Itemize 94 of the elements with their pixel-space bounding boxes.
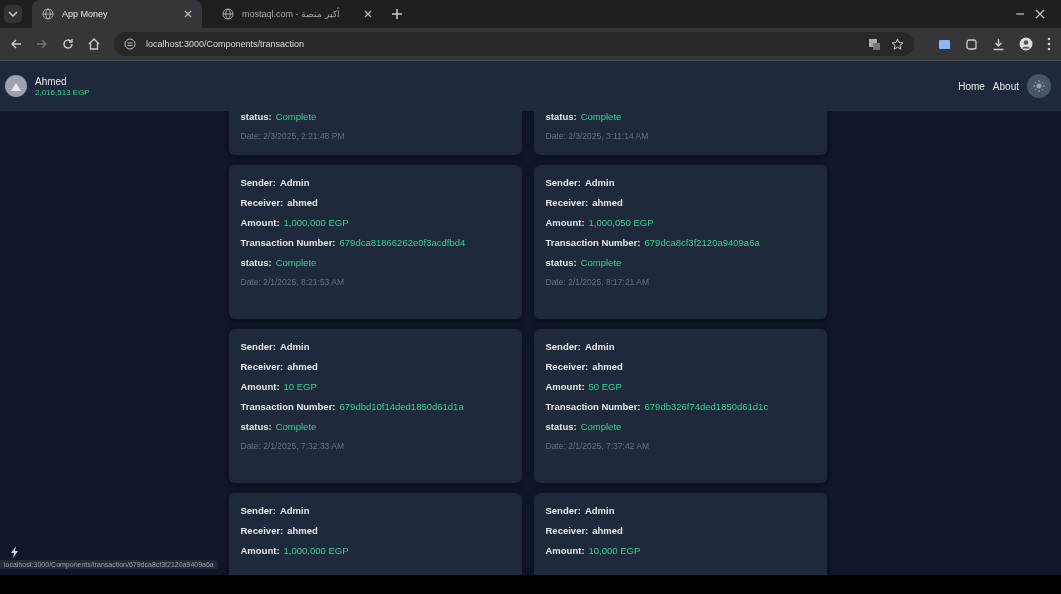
transaction-date: Date: 2/1/2025, 7:37:42 AM: [545, 441, 650, 451]
field-value: Admin: [584, 177, 615, 188]
field-label: Receiver:: [545, 361, 589, 372]
globe-icon: [42, 8, 54, 20]
balance: 2,016,513 EGP: [35, 87, 90, 97]
field-value: Complete: [275, 111, 317, 122]
field-value: ahmed: [287, 197, 318, 208]
field-label: Amount:: [240, 545, 280, 556]
browser-tab[interactable]: mostaql.com - أكبر منصة: [212, 0, 382, 28]
close-icon[interactable]: [364, 10, 372, 18]
field-label: status:: [240, 421, 272, 432]
theme-toggle-button[interactable]: [1027, 74, 1051, 98]
field-label: Amount:: [545, 381, 585, 392]
url-text: localhost:3000/Components/transaction: [146, 39, 305, 49]
tab-title: App Money: [62, 9, 109, 19]
field-value: ahmed: [592, 361, 623, 372]
field-value: 1,000,050 EGP: [588, 217, 654, 228]
transaction-date: Date: 2/3/2025, 3:11:14 AM: [545, 131, 650, 141]
field-value: 1,000,000 EGP: [283, 217, 349, 228]
field-value: 679db326f74ded1850d61d1c: [644, 401, 769, 412]
field-value: Complete: [580, 111, 622, 122]
field-label: Receiver:: [240, 197, 284, 208]
address-bar[interactable]: localhost:3000/Components/transaction: [114, 32, 914, 56]
field-value: 10,000 EGP: [588, 545, 641, 556]
field-label: Sender:: [240, 505, 276, 516]
close-icon[interactable]: [1035, 9, 1045, 19]
field-label: status:: [545, 257, 577, 268]
field-label: status:: [545, 111, 577, 122]
reload-icon[interactable]: [62, 38, 74, 50]
field-value: ahmed: [287, 361, 318, 372]
field-value: Complete: [580, 421, 622, 432]
field-label: Sender:: [545, 505, 581, 516]
field-value: 679dbd10f14ded1850d61d1a: [339, 401, 464, 412]
field-value: 679dca8cf3f2120a9409a6a: [644, 237, 760, 248]
field-label: Transaction Number:: [545, 401, 641, 412]
caret-icon: [8, 11, 18, 17]
field-label: Receiver:: [240, 361, 284, 372]
field-label: Amount:: [545, 217, 585, 228]
nav-link[interactable]: Home: [958, 80, 985, 92]
field-value: 10 EGP: [283, 381, 317, 392]
field-label: Amount:: [545, 545, 585, 556]
home-icon[interactable]: [88, 38, 100, 50]
field-value: Complete: [275, 257, 317, 268]
globe-icon: [222, 8, 234, 20]
field-value: 50 EGP: [588, 381, 622, 392]
field-label: Transaction Number:: [545, 237, 641, 248]
field-label: Amount:: [240, 217, 280, 228]
nav-link[interactable]: About: [992, 80, 1019, 92]
field-value: 679dca81866262e0f3acdfbd4: [339, 237, 466, 248]
field-label: Transaction Number:: [240, 401, 336, 412]
field-label: Sender:: [240, 177, 276, 188]
star-icon[interactable]: [891, 37, 904, 51]
site-info-icon[interactable]: [124, 38, 136, 50]
field-value: Complete: [275, 421, 317, 432]
transaction-date: Date: 2/1/2025, 8:21:53 AM: [240, 277, 345, 287]
field-label: Sender:: [545, 177, 581, 188]
transaction-date: Date: 2/1/2025, 7:32:33 AM: [240, 441, 345, 451]
browser-tab[interactable]: App Money: [32, 0, 202, 28]
tab-title: mostaql.com - أكبر منصة: [242, 9, 341, 19]
field-label: status:: [545, 421, 577, 432]
field-value: ahmed: [592, 197, 623, 208]
lightning-icon[interactable]: [10, 546, 20, 558]
tab-list-button[interactable]: [4, 5, 22, 23]
field-label: Receiver:: [545, 525, 589, 536]
field-value: 1,000,000 EGP: [283, 545, 349, 556]
transaction-date: Date: 2/1/2025, 8:17:21 AM: [545, 277, 650, 287]
field-label: Receiver:: [240, 525, 284, 536]
field-value: Admin: [279, 177, 310, 188]
field-label: status:: [240, 111, 272, 122]
field-label: Sender:: [240, 341, 276, 352]
download-icon[interactable]: [992, 37, 1005, 51]
new-tab-icon[interactable]: [392, 9, 402, 19]
field-label: Receiver:: [545, 197, 589, 208]
transaction-date: Date: 2/3/2025, 2:21:48 PM: [240, 131, 346, 141]
menu-icon[interactable]: [1047, 37, 1051, 51]
user-name: Ahmed: [35, 75, 68, 87]
field-value: ahmed: [287, 525, 318, 536]
avatar-icon: [5, 75, 27, 97]
profile-icon[interactable]: [1019, 37, 1033, 51]
field-label: Transaction Number:: [240, 237, 336, 248]
translate-icon[interactable]: [868, 37, 881, 51]
field-value: Admin: [584, 341, 615, 352]
back-icon[interactable]: [10, 38, 22, 50]
field-value: Admin: [279, 505, 310, 516]
field-label: status:: [240, 257, 272, 268]
close-icon[interactable]: [184, 10, 192, 18]
field-label: Sender:: [545, 341, 581, 352]
forward-icon[interactable]: [36, 38, 48, 50]
field-value: Admin: [584, 505, 615, 516]
field-value: Admin: [279, 341, 310, 352]
field-label: Amount:: [240, 381, 280, 392]
sun-icon: [1033, 80, 1045, 92]
field-value: Complete: [580, 257, 622, 268]
field-value: ahmed: [592, 525, 623, 536]
